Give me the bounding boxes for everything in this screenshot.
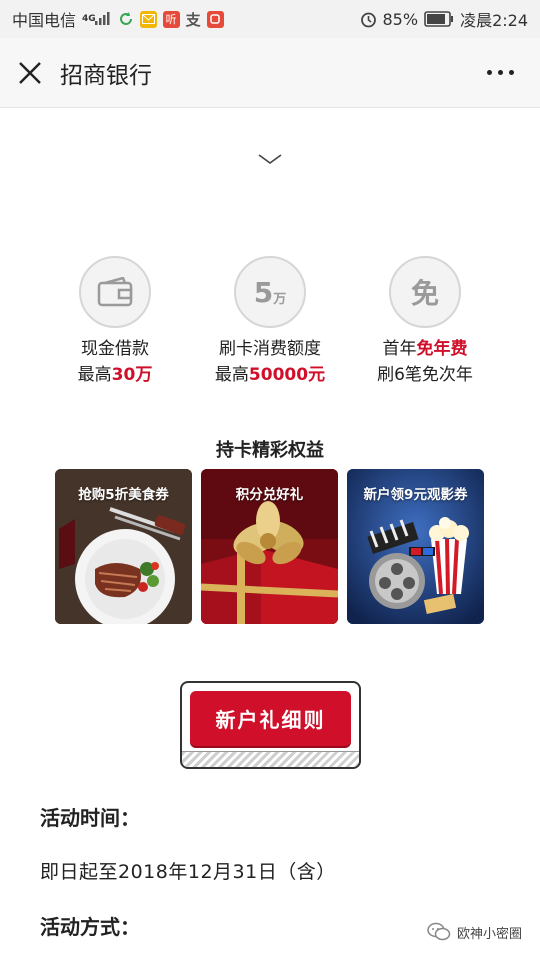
wechat-icon xyxy=(427,922,451,942)
feature-title-prefix: 首年 xyxy=(382,339,417,359)
battery-percent: 85% xyxy=(382,9,419,29)
battery-icon xyxy=(424,11,454,27)
alarm-icon xyxy=(360,11,377,28)
feature-detail-prefix: 最高 xyxy=(77,365,112,385)
section-title: 持卡精彩权益 xyxy=(216,440,324,461)
button-stripes xyxy=(182,751,359,767)
five-wan-icon: 5万 xyxy=(234,256,306,328)
feature-detail-highlight: 30万 xyxy=(111,365,153,385)
mail-icon xyxy=(139,10,157,28)
more-menu-icon[interactable] xyxy=(479,62,522,83)
tile-label: 积分兑好礼 xyxy=(235,487,304,503)
new-user-gift-button-frame: 新户礼细则 xyxy=(180,681,361,769)
mian-icon: 免 xyxy=(389,256,461,328)
feature-title: 现金借款 xyxy=(81,339,149,359)
signal-icon: 4G xyxy=(82,12,112,26)
benefit-tiles: 抢购5折美食券 积分兑好礼 新户领9元观影券 xyxy=(55,469,484,624)
feature-list: 现金借款 最高30万 5万 刷卡消费额度 最高50000元 免 首年免年费 刷6… xyxy=(40,256,500,388)
listen-app-icon: 听 xyxy=(162,10,180,28)
five-glyph: 5 xyxy=(253,275,274,309)
tile-label: 新户领9元观影券 xyxy=(363,487,468,503)
mian-glyph: 免 xyxy=(410,277,439,310)
feature-detail: 刷6笔免次年 xyxy=(377,365,473,385)
activity-time-label: 活动时间： xyxy=(40,806,140,830)
status-bar: 中国电信 4G 听 支 85% 凌晨2:24 xyxy=(0,0,540,38)
watermark: 欧神小密圈 xyxy=(427,922,522,942)
feature-detail-highlight: 50000元 xyxy=(248,365,326,385)
close-icon[interactable] xyxy=(18,61,42,85)
feature-title-highlight: 免年费 xyxy=(416,339,468,359)
alipay-icon: 支 xyxy=(185,10,201,29)
feature-credit-limit: 5万 刷卡消费额度 最高50000元 xyxy=(195,256,345,388)
tile-food-coupon[interactable]: 抢购5折美食券 xyxy=(55,469,192,624)
nav-bar: 招商银行 xyxy=(0,38,540,108)
activity-time-value: 即日起至2018年12月31日（含） xyxy=(40,861,336,883)
feature-detail: 最高50000元 xyxy=(215,362,325,388)
watermark-text: 欧神小密圈 xyxy=(457,926,523,942)
feature-title: 首年免年费 xyxy=(383,336,468,362)
tile-label: 抢购5折美食券 xyxy=(78,487,169,503)
wallet-icon xyxy=(79,256,151,328)
red-app-icon xyxy=(206,10,224,28)
page-title: 招商银行 xyxy=(60,62,152,89)
wan-glyph: 万 xyxy=(273,291,287,307)
feature-cash-loan: 现金借款 最高30万 xyxy=(40,256,190,388)
tile-points-gift[interactable]: 积分兑好礼 xyxy=(201,469,338,624)
chevron-down-icon[interactable] xyxy=(258,150,282,169)
carrier-label: 中国电信 xyxy=(12,11,77,30)
refresh-icon xyxy=(118,11,134,27)
clock-time: 凌晨2:24 xyxy=(460,11,528,30)
tile-movie-coupon[interactable]: 新户领9元观影券 xyxy=(347,469,484,624)
feature-annual-fee: 免 首年免年费 刷6笔免次年 xyxy=(350,256,500,388)
feature-detail: 最高30万 xyxy=(78,362,153,388)
new-user-gift-rules-button[interactable]: 新户礼细则 xyxy=(190,691,351,746)
feature-title: 刷卡消费额度 xyxy=(219,339,321,359)
feature-detail-prefix: 最高 xyxy=(214,365,249,385)
activity-method-label: 活动方式： xyxy=(40,915,140,939)
